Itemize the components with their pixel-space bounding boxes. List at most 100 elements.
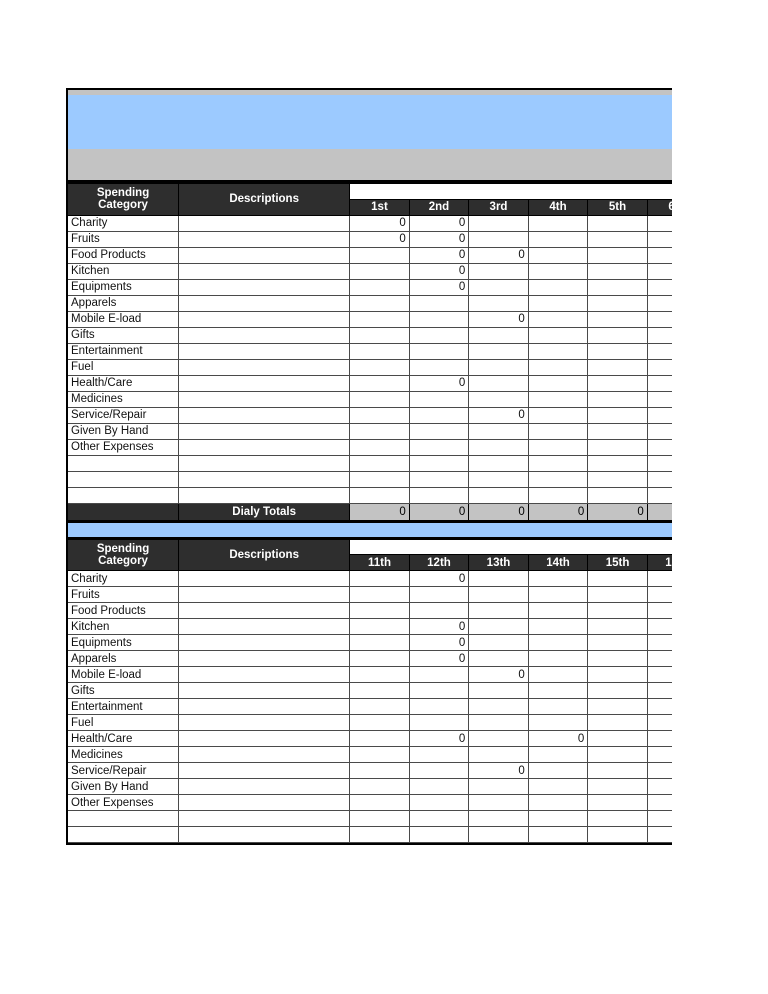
amount-cell[interactable] xyxy=(408,470,470,488)
amount-cell[interactable] xyxy=(527,762,589,779)
amount-cell[interactable] xyxy=(587,438,648,456)
amount-cell[interactable] xyxy=(527,714,589,731)
amount-cell[interactable] xyxy=(646,570,672,587)
amount-cell[interactable] xyxy=(646,454,672,472)
description-cell[interactable] xyxy=(178,762,351,779)
category-cell[interactable] xyxy=(66,454,180,472)
amount-cell[interactable] xyxy=(587,278,648,296)
amount-cell[interactable] xyxy=(349,698,410,715)
category-cell[interactable]: Charity xyxy=(66,570,180,587)
category-cell[interactable]: Kitchen xyxy=(66,262,180,280)
amount-cell[interactable] xyxy=(527,342,589,360)
amount-cell[interactable] xyxy=(349,602,410,619)
amount-cell[interactable] xyxy=(527,486,589,504)
amount-cell[interactable] xyxy=(587,602,648,619)
amount-cell[interactable] xyxy=(587,214,648,232)
amount-cell[interactable] xyxy=(468,230,529,248)
description-cell[interactable] xyxy=(178,326,351,344)
amount-cell[interactable] xyxy=(527,586,589,603)
description-cell[interactable] xyxy=(178,294,351,312)
amount-cell[interactable] xyxy=(468,342,529,360)
amount-cell[interactable] xyxy=(587,294,648,312)
amount-cell[interactable] xyxy=(646,634,672,651)
amount-cell[interactable] xyxy=(468,470,529,488)
amount-cell[interactable] xyxy=(408,294,470,312)
amount-cell[interactable] xyxy=(408,326,470,344)
category-cell[interactable]: Apparels xyxy=(66,650,180,667)
amount-cell[interactable] xyxy=(349,374,410,392)
amount-cell[interactable] xyxy=(527,602,589,619)
amount-cell[interactable]: 0 xyxy=(349,230,410,248)
amount-cell[interactable]: 0 xyxy=(408,618,470,635)
amount-cell[interactable] xyxy=(587,374,648,392)
amount-cell[interactable] xyxy=(349,470,410,488)
amount-cell[interactable] xyxy=(349,570,410,587)
amount-cell[interactable] xyxy=(349,342,410,360)
amount-cell[interactable] xyxy=(349,454,410,472)
amount-cell[interactable] xyxy=(646,650,672,667)
amount-cell[interactable] xyxy=(408,406,470,424)
amount-cell[interactable] xyxy=(587,454,648,472)
description-cell[interactable] xyxy=(178,746,351,763)
amount-cell[interactable] xyxy=(646,342,672,360)
amount-cell[interactable]: 0 xyxy=(408,246,470,264)
category-cell[interactable]: Fruits xyxy=(66,230,180,248)
category-cell[interactable]: Other Expenses xyxy=(66,438,180,456)
amount-cell[interactable] xyxy=(646,586,672,603)
amount-cell[interactable] xyxy=(527,570,589,587)
amount-cell[interactable] xyxy=(468,486,529,504)
category-cell[interactable]: Kitchen xyxy=(66,618,180,635)
amount-cell[interactable] xyxy=(527,618,589,635)
amount-cell[interactable] xyxy=(646,374,672,392)
amount-cell[interactable] xyxy=(408,390,470,408)
amount-cell[interactable] xyxy=(468,618,529,635)
description-cell[interactable] xyxy=(178,602,351,619)
amount-cell[interactable] xyxy=(408,682,470,699)
amount-cell[interactable] xyxy=(468,586,529,603)
amount-cell[interactable] xyxy=(527,470,589,488)
amount-cell[interactable] xyxy=(646,794,672,811)
amount-cell[interactable] xyxy=(468,326,529,344)
amount-cell[interactable] xyxy=(527,778,589,795)
amount-cell[interactable]: 0 xyxy=(468,406,529,424)
amount-cell[interactable]: 0 xyxy=(646,230,672,248)
amount-cell[interactable] xyxy=(349,422,410,440)
amount-cell[interactable] xyxy=(468,602,529,619)
amount-cell[interactable] xyxy=(468,262,529,280)
category-cell[interactable]: Food Products xyxy=(66,602,180,619)
amount-cell[interactable] xyxy=(408,358,470,376)
amount-cell[interactable] xyxy=(587,246,648,264)
amount-cell[interactable] xyxy=(646,778,672,795)
description-cell[interactable] xyxy=(178,358,351,376)
amount-cell[interactable] xyxy=(646,310,672,328)
amount-cell[interactable] xyxy=(527,214,589,232)
amount-cell[interactable] xyxy=(408,826,470,843)
amount-cell[interactable] xyxy=(646,810,672,827)
amount-cell[interactable] xyxy=(349,294,410,312)
amount-cell[interactable]: 0 xyxy=(408,730,470,747)
category-cell[interactable]: Medicines xyxy=(66,746,180,763)
amount-cell[interactable] xyxy=(587,262,648,280)
amount-cell[interactable]: 0 xyxy=(468,666,529,683)
amount-cell[interactable] xyxy=(349,618,410,635)
amount-cell[interactable] xyxy=(527,746,589,763)
amount-cell[interactable] xyxy=(646,406,672,424)
description-cell[interactable] xyxy=(178,570,351,587)
category-cell[interactable]: Gifts xyxy=(66,326,180,344)
amount-cell[interactable] xyxy=(408,666,470,683)
amount-cell[interactable] xyxy=(587,650,648,667)
amount-cell[interactable] xyxy=(349,762,410,779)
amount-cell[interactable] xyxy=(408,714,470,731)
category-cell[interactable] xyxy=(66,810,180,827)
amount-cell[interactable] xyxy=(527,826,589,843)
amount-cell[interactable]: 0 xyxy=(468,246,529,264)
amount-cell[interactable] xyxy=(587,342,648,360)
category-cell[interactable]: Equipments xyxy=(66,278,180,296)
amount-cell[interactable] xyxy=(646,262,672,280)
description-cell[interactable] xyxy=(178,262,351,280)
category-cell[interactable]: Fuel xyxy=(66,714,180,731)
description-cell[interactable] xyxy=(178,634,351,651)
description-cell[interactable] xyxy=(178,406,351,424)
amount-cell[interactable] xyxy=(468,422,529,440)
amount-cell[interactable]: 0 xyxy=(408,262,470,280)
